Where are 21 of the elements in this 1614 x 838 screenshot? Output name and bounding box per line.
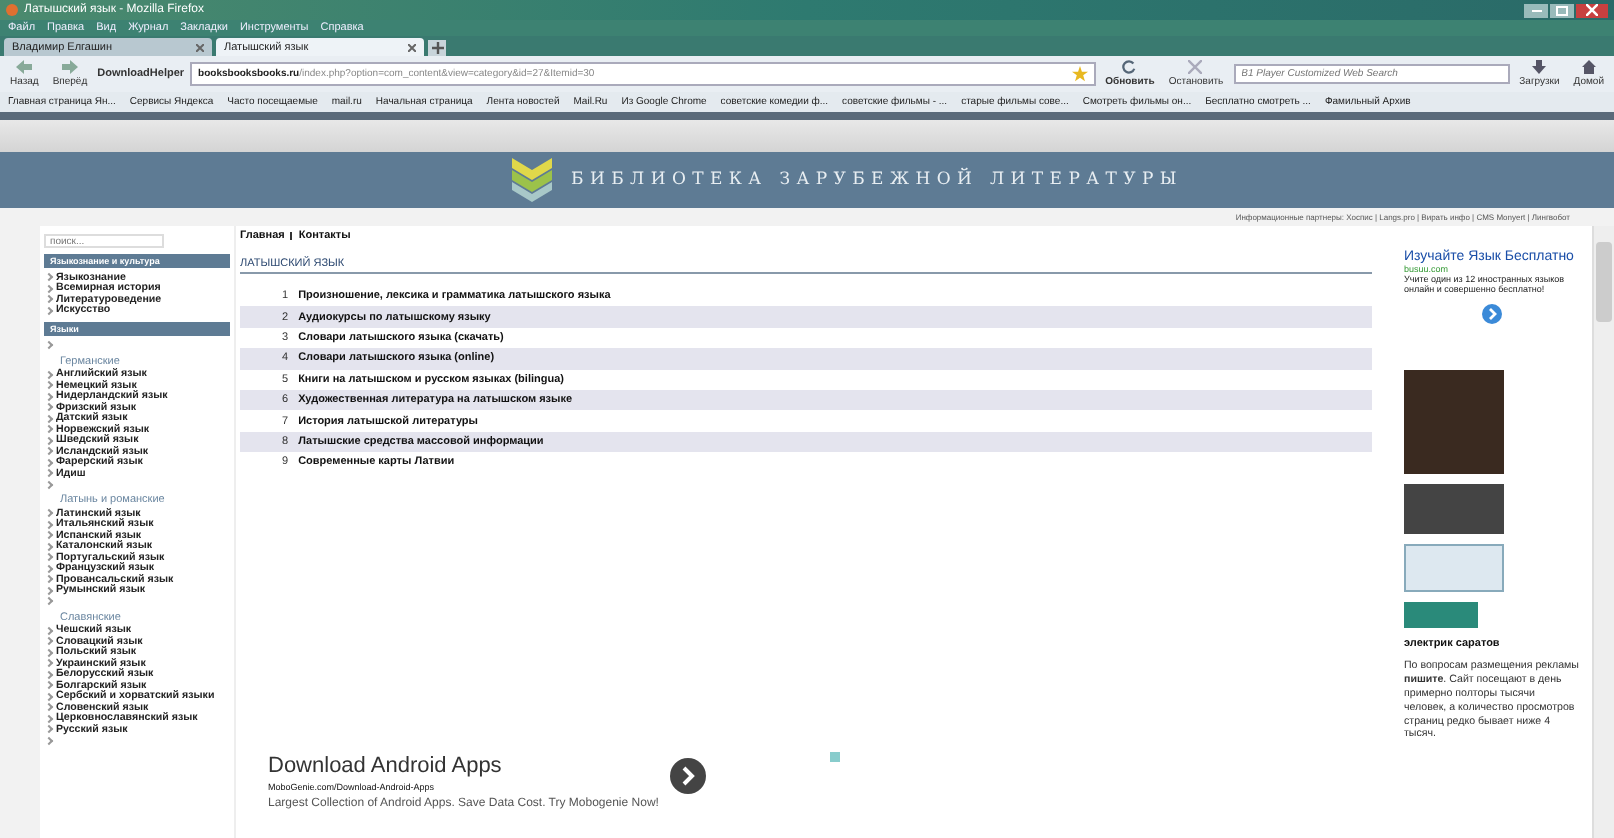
arrow-circle-icon[interactable] (670, 758, 707, 794)
arrow-left-icon (16, 60, 33, 74)
star-icon[interactable] (1071, 66, 1088, 82)
ad-title[interactable]: Download Android Apps (268, 754, 659, 778)
close-button[interactable] (1576, 3, 1608, 17)
download-arrow-icon (1532, 60, 1547, 74)
arrow-right-icon (61, 60, 78, 74)
close-icon[interactable] (196, 43, 204, 51)
close-icon[interactable] (408, 43, 416, 51)
maximize-button[interactable] (1550, 3, 1574, 17)
chevron-icon (44, 341, 54, 350)
scrollbar[interactable] (1592, 226, 1614, 838)
cross-icon (1188, 60, 1203, 74)
new-tab-button[interactable] (428, 40, 446, 56)
site-title: БИБЛИОТЕКА ЗАРУБЕЖНОЙ ЛИТЕРАТУРЫ (571, 170, 1183, 190)
minimize-button[interactable] (1524, 3, 1548, 17)
reload-icon (1122, 60, 1137, 74)
banner-placeholder[interactable] (1404, 544, 1504, 592)
browser-icon (6, 4, 18, 16)
chevron-logo-icon (511, 158, 552, 202)
house-icon (1581, 60, 1596, 74)
